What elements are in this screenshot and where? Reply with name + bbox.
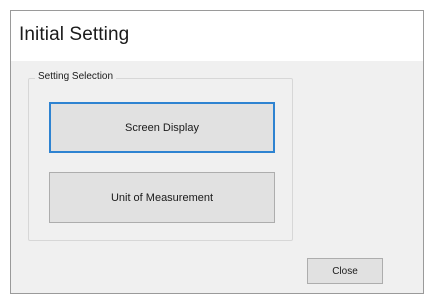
dialog-title: Initial Setting: [19, 24, 130, 45]
close-button[interactable]: Close: [307, 258, 383, 284]
setting-selection-legend: Setting Selection: [35, 71, 117, 82]
setting-selection-group: Setting Selection Screen Display Unit of…: [28, 71, 293, 241]
title-bar: Initial Setting: [11, 11, 423, 61]
initial-setting-dialog: Initial Setting Setting Selection Screen…: [10, 10, 424, 294]
screen-display-button[interactable]: Screen Display: [49, 102, 275, 153]
unit-of-measurement-button[interactable]: Unit of Measurement: [49, 172, 275, 223]
